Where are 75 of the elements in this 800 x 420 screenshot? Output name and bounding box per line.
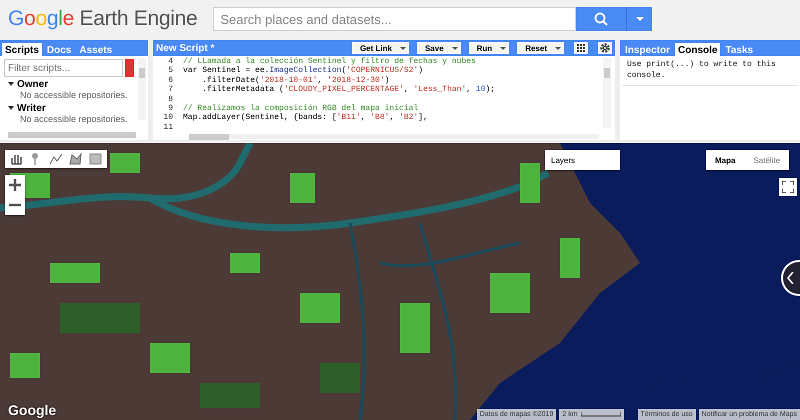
map-type-button[interactable]: Mapa [706,150,744,170]
fullscreen-button[interactable] [779,178,797,196]
line-number: 6 [167,76,173,86]
crop-field [290,173,315,203]
caret-icon [555,46,561,50]
console-message: Use print(...) to write to this console. [622,56,798,86]
line-icon[interactable] [49,152,63,166]
crop-field [230,253,260,273]
code-line: // Realizamos la composición RGB del mapa inicial [183,104,418,114]
tree-item: No accessible repositories. [20,90,128,101]
script-title: New Script * [156,42,216,54]
line-number: 5 [167,66,173,76]
line-number: 11 [162,122,173,132]
grid-icon [577,44,585,52]
layers-button[interactable]: Layers [545,150,620,170]
caret-icon [452,46,458,50]
crop-field [490,273,530,313]
caret-icon [400,46,406,50]
logo: Google Earth Engine [8,7,198,31]
search-field[interactable]: Search places and datasets... [213,7,576,31]
apps-button[interactable] [574,42,588,54]
crop-field [10,353,40,378]
horizontal-scrollbar[interactable] [8,132,136,138]
line-number: 8 [167,94,173,104]
search-icon [594,12,608,26]
line-number: 9 [167,104,173,114]
plus-icon [9,179,21,191]
scale-icon [580,412,621,417]
tree-node[interactable]: Owner [8,79,134,90]
gear-icon [600,43,610,53]
hand-icon[interactable] [9,152,23,166]
panel-tab[interactable]: Scripts [2,43,42,56]
tree-item: No accessible repositories. [20,114,128,125]
tree-node[interactable]: Writer [8,103,134,114]
expand-icon[interactable] [8,82,14,88]
settings-button[interactable] [598,42,612,54]
toolbar-button[interactable]: Reset [517,42,564,54]
rectangle-icon[interactable] [89,152,103,166]
crop-field [200,383,260,408]
toolbar-button[interactable]: Run [468,42,510,54]
caret-icon [500,46,506,50]
code-line: .filterMetadata ('CLOUDY_PIXEL_PERCENTAGE', 'Less_Than', 10); [201,85,496,95]
code-line: var Sentinel = ee.ImageCollection('COPERNICUS/S2') [183,66,424,76]
crop-field [300,293,340,323]
search-button[interactable] [576,7,626,31]
zoom-out-button[interactable] [5,195,25,215]
crop-field [320,363,360,393]
panel-tab[interactable]: Console [675,43,720,56]
crop-field [150,343,190,373]
horizontal-scrollbar[interactable] [189,134,599,139]
zoom-in-button[interactable] [5,175,25,195]
filter-field[interactable]: Filter scripts... [4,59,123,77]
crop-field [400,303,430,353]
fullscreen-icon [782,181,794,193]
code-line: Map.addLayer(Sentinel, {bands: ['B11', 'B8', 'B2'], [183,113,428,123]
search-options-button[interactable] [626,7,652,31]
caret-icon [636,17,644,21]
crop-field [110,153,140,173]
polygon-icon[interactable] [69,152,83,166]
toolbar-button[interactable]: Get Link [352,42,409,54]
vertical-scrollbar[interactable] [603,58,611,128]
crop-field [50,263,100,283]
crop-field [520,163,540,203]
code-line: .filterDate('2018-10-01', '2018-12-30') [201,76,390,85]
crop-field [560,238,580,278]
google-logo: Google [8,402,56,418]
line-number: 7 [167,85,173,95]
line-number: 10 [162,113,173,123]
map-type-button[interactable]: Satélite [744,150,790,170]
toolbar-button[interactable]: Save [416,42,461,54]
code-line: // LLamada a la colección Sentinel y filtro de fechas y nubes [183,57,476,66]
chevron-left-icon [787,272,794,284]
vertical-scrollbar[interactable] [138,58,146,120]
expand-icon[interactable] [8,106,14,112]
line-number: 4 [167,57,173,66]
